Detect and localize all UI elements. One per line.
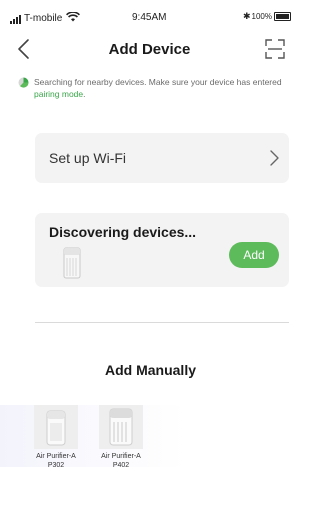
add-manually-title: Add Manually bbox=[0, 362, 299, 378]
status-left: T-mobile bbox=[10, 11, 81, 25]
status-bar: T-mobile 9:45AM ✱ 100% bbox=[0, 0, 299, 32]
page-title: Add Device bbox=[108, 41, 191, 58]
notice-text: Searching for nearby devices. Make sure … bbox=[34, 77, 282, 87]
chevron-right-icon bbox=[270, 150, 279, 166]
device-name: Air Purifier-A bbox=[101, 453, 141, 460]
device-image bbox=[34, 405, 78, 449]
section-divider bbox=[35, 322, 289, 323]
wifi-icon bbox=[66, 11, 81, 25]
scan-icon bbox=[265, 39, 285, 59]
scan-button[interactable] bbox=[263, 37, 287, 61]
status-right: ✱ 100% bbox=[243, 11, 291, 22]
device-model: P402 bbox=[112, 462, 130, 469]
carrier-label: T-mobile bbox=[24, 13, 63, 24]
air-purifier-icon bbox=[63, 247, 81, 279]
signal-icon bbox=[10, 14, 21, 24]
nav-bar: Add Device bbox=[0, 34, 299, 66]
setup-wifi-card[interactable]: Set up Wi-Fi bbox=[35, 133, 289, 183]
manual-device-p402[interactable]: Air Purifier-A P402 bbox=[90, 405, 152, 470]
device-model: P302 bbox=[47, 462, 65, 469]
add-device-button[interactable]: Add bbox=[229, 242, 279, 268]
battery-icon bbox=[274, 12, 291, 21]
device-name: Air Purifier-A bbox=[36, 453, 76, 460]
notice-suffix: . bbox=[83, 89, 86, 99]
air-purifier-icon bbox=[109, 408, 133, 446]
loading-spinner-icon bbox=[18, 77, 29, 88]
bluetooth-icon: ✱ bbox=[242, 11, 251, 21]
manual-device-p302[interactable]: Air Purifier-A P302 bbox=[25, 405, 87, 470]
battery-percent: 100% bbox=[251, 12, 272, 21]
discovering-label: Discovering devices... bbox=[49, 224, 197, 240]
pairing-mode-link[interactable]: pairing mode bbox=[34, 89, 83, 99]
manual-device-list: Air Purifier-A P302 Air Purifier-A P402 bbox=[0, 405, 299, 485]
add-manually-label: Add Manually bbox=[104, 362, 196, 378]
device-image bbox=[99, 405, 143, 449]
search-notice: Searching for nearby devices. Make sure … bbox=[18, 76, 294, 100]
setup-wifi-label: Set up Wi-Fi bbox=[49, 150, 127, 166]
discovering-card: Discovering devices... Add bbox=[35, 213, 289, 287]
status-time: 9:45AM bbox=[132, 12, 167, 23]
air-purifier-icon bbox=[46, 410, 66, 446]
